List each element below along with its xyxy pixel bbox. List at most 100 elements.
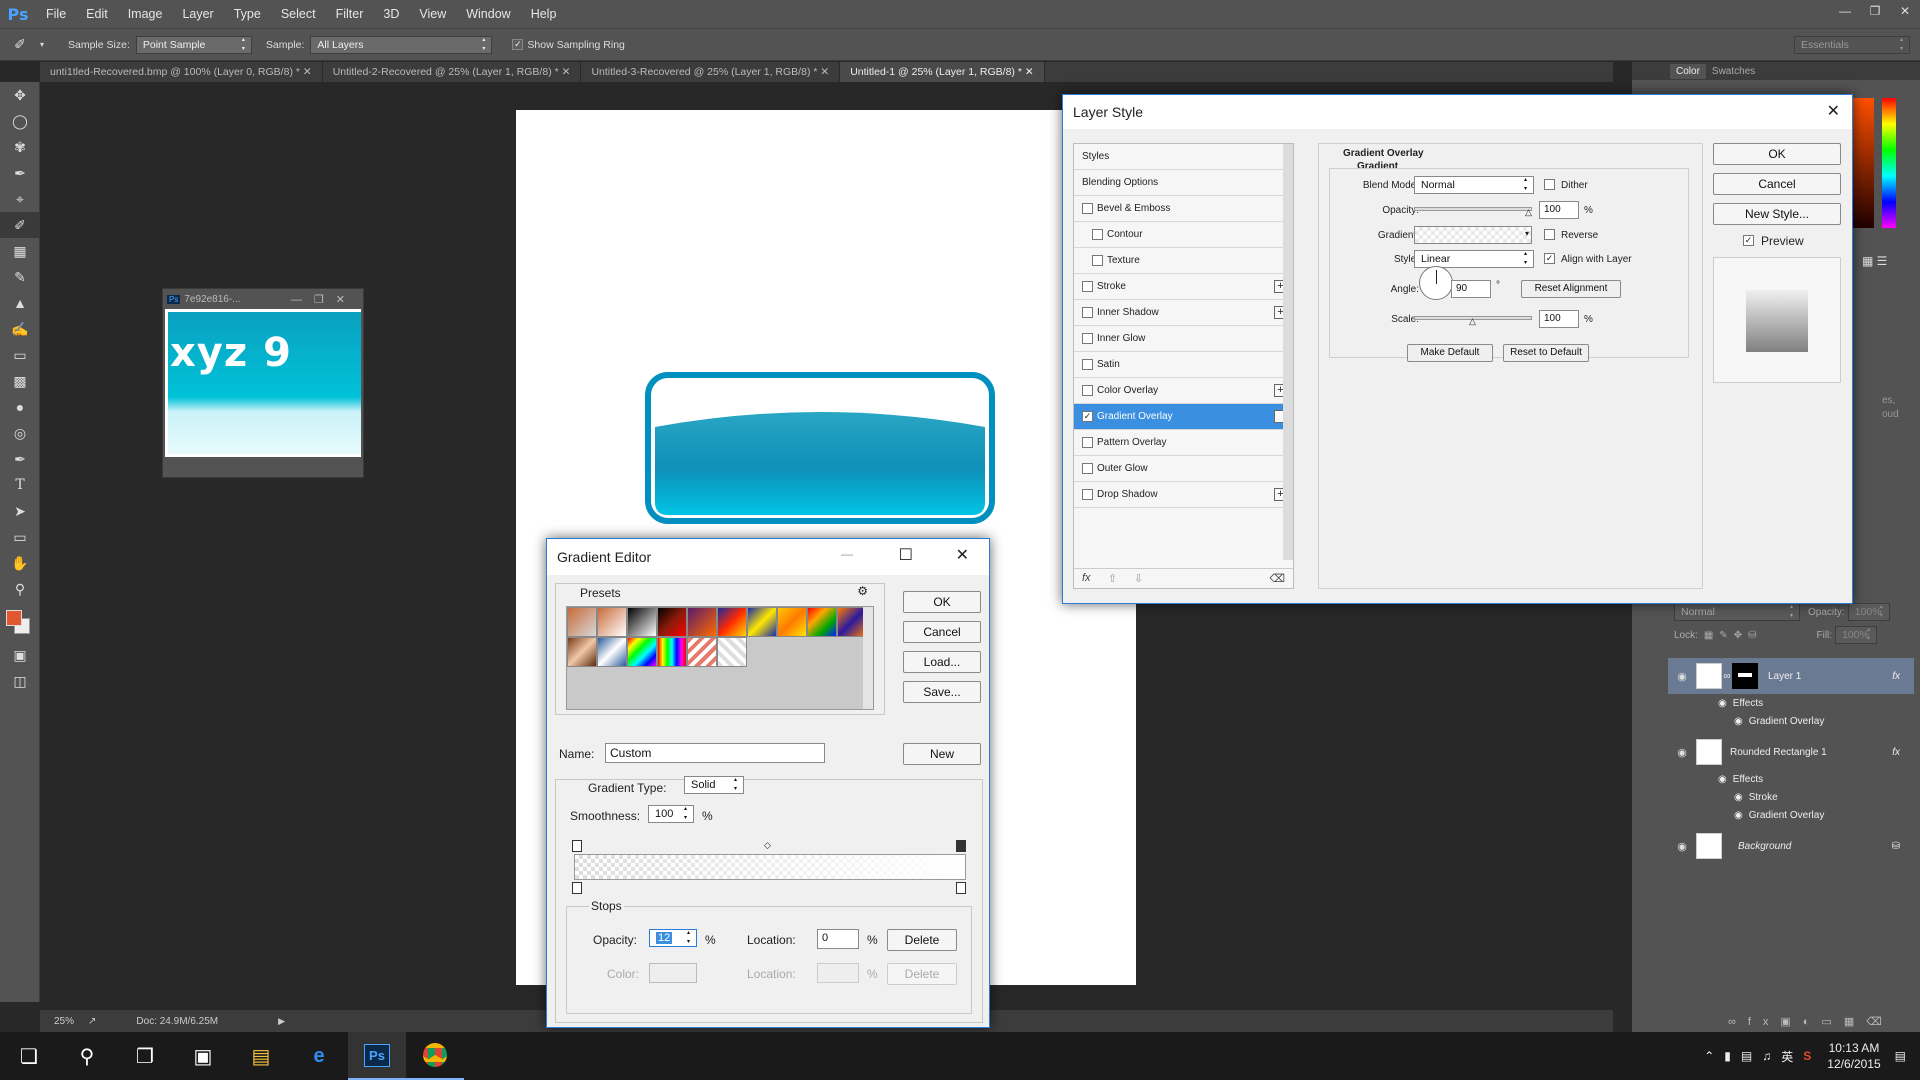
presets-scrollbar[interactable] [863, 607, 873, 709]
style-item-contour[interactable]: Contour [1074, 222, 1293, 248]
volume-icon[interactable]: ♫ [1762, 1049, 1771, 1063]
photoshop-taskbar-icon[interactable]: Ps [348, 1032, 406, 1080]
style-checkbox[interactable] [1082, 307, 1093, 318]
close-icon[interactable]: ✕ [1890, 0, 1920, 22]
new-button[interactable]: New [903, 743, 981, 765]
file-explorer-icon[interactable]: ▤ [232, 1032, 290, 1080]
floating-document-window[interactable]: Ps 7e92e816-... —❐✕ xyz 9 [162, 288, 364, 478]
preset-swatch[interactable] [627, 607, 657, 637]
eyedropper-tool-icon[interactable]: ✐ [0, 36, 40, 53]
style-item-satin[interactable]: Satin [1074, 352, 1293, 378]
cancel-button[interactable]: Cancel [903, 621, 981, 643]
style-item-inner-shadow[interactable]: Inner Shadow + [1074, 300, 1293, 326]
preset-swatch[interactable] [597, 637, 627, 667]
close-icon[interactable]: ✕ [956, 545, 969, 565]
menu-window[interactable]: Window [456, 7, 520, 21]
gradient-picker-arrow-icon[interactable]: ▾ [1525, 229, 1529, 238]
menu-view[interactable]: View [409, 7, 456, 21]
move-up-icon[interactable]: ⇧ [1108, 572, 1117, 585]
menu-help[interactable]: Help [521, 7, 567, 21]
angle-input[interactable]: 90 [1451, 280, 1491, 298]
preset-swatch[interactable] [597, 607, 627, 637]
stop-color-swatch[interactable] [649, 963, 697, 983]
preset-swatch[interactable] [567, 607, 597, 637]
visibility-eye-icon[interactable]: ◉ [1668, 840, 1696, 853]
layer-name[interactable]: Layer 1 [1768, 671, 1801, 682]
menu-layer[interactable]: Layer [172, 7, 223, 21]
network-icon[interactable]: ▤ [1741, 1049, 1752, 1063]
delete-opacity-stop-button[interactable]: Delete [887, 929, 957, 951]
hand-tool-icon[interactable]: ✋ [0, 550, 40, 576]
style-item-outer-glow[interactable]: Outer Glow [1074, 456, 1293, 482]
type-tool-icon[interactable]: T [0, 472, 40, 498]
stop-location-input[interactable]: 0 [817, 929, 859, 949]
chrome-browser-icon[interactable] [406, 1032, 464, 1080]
dither-checkbox[interactable] [1544, 179, 1555, 190]
style-checkbox[interactable] [1082, 385, 1093, 396]
task-view-icon[interactable]: ❐ [116, 1032, 174, 1080]
preset-swatch[interactable] [687, 637, 717, 667]
reset-to-default-button[interactable]: Reset to Default [1503, 344, 1589, 362]
style-item-gradient-overlay[interactable]: ✓ Gradient Overlay + [1074, 404, 1293, 430]
tool-preset-chevron-icon[interactable]: ▾ [40, 40, 54, 49]
windows-start-icon[interactable]: ❏ [0, 1032, 58, 1080]
preset-swatch[interactable] [657, 607, 687, 637]
minimize-icon[interactable]: — [841, 547, 853, 561]
style-item-stroke[interactable]: Stroke + [1074, 274, 1293, 300]
gradient-preview-bar[interactable] [574, 854, 966, 880]
ok-button[interactable]: OK [1713, 143, 1841, 165]
menu-type[interactable]: Type [224, 7, 271, 21]
delete-color-stop-button[interactable]: Delete [887, 963, 957, 985]
move-tool-icon[interactable]: ✥ [0, 82, 40, 108]
menu-filter[interactable]: Filter [326, 7, 374, 21]
ok-button[interactable]: OK [903, 591, 981, 613]
preview-checkbox[interactable]: ✓ [1743, 235, 1754, 246]
style-checkbox[interactable] [1082, 281, 1093, 292]
edge-browser-icon[interactable]: e [290, 1032, 348, 1080]
preset-swatch[interactable] [777, 607, 807, 637]
reverse-checkbox[interactable] [1544, 229, 1555, 240]
menu-select[interactable]: Select [271, 7, 326, 21]
preset-swatch[interactable] [747, 607, 777, 637]
close-icon[interactable]: ✕ [1827, 101, 1840, 121]
midpoint-diamond-icon[interactable]: ◇ [764, 840, 771, 851]
presets-gear-icon[interactable]: ⚙ [857, 584, 868, 598]
blending-options[interactable]: Blending Options [1074, 170, 1293, 196]
menu-3d[interactable]: 3D [373, 7, 409, 21]
preset-swatch[interactable] [627, 637, 657, 667]
search-icon[interactable]: ⚲ [58, 1032, 116, 1080]
preset-swatch[interactable] [657, 637, 687, 667]
style-checkbox[interactable] [1082, 489, 1093, 500]
opacity-input[interactable]: 100 [1539, 201, 1579, 219]
action-center-icon[interactable]: ▤ [1895, 1049, 1906, 1063]
style-checkbox[interactable] [1082, 359, 1093, 370]
workspace-select[interactable]: Essentials [1794, 35, 1910, 54]
smoothness-select[interactable]: 100 [648, 805, 694, 823]
gradient-type-select[interactable]: Solid [684, 776, 744, 794]
tab-close-icon[interactable]: ✕ [820, 66, 829, 78]
style-item-drop-shadow[interactable]: Drop Shadow + [1074, 482, 1293, 508]
sample-size-select[interactable]: Point Sample [135, 35, 252, 54]
fx-icon[interactable]: fx [1892, 747, 1900, 758]
layer-opacity-value[interactable]: 100% [1847, 603, 1890, 621]
color-field[interactable] [1852, 98, 1874, 228]
tab-doc-3[interactable]: Untitled-3-Recovered @ 25% (Layer 1, RGB… [581, 62, 841, 82]
tab-doc-2[interactable]: Untitled-2-Recovered @ 25% (Layer 1, RGB… [323, 62, 582, 82]
opacity-stop-left-icon[interactable] [572, 840, 582, 852]
preset-swatch[interactable] [717, 607, 747, 637]
zoom-tool-icon[interactable]: ⚲ [0, 576, 40, 602]
tab-close-icon[interactable]: ✕ [562, 66, 571, 78]
name-input[interactable]: Custom [605, 743, 825, 763]
style-item-bevel-emboss[interactable]: Bevel & Emboss [1074, 196, 1293, 222]
style-checkbox[interactable] [1082, 203, 1093, 214]
healing-tool-icon[interactable]: ▦ [0, 238, 40, 264]
opacity-slider[interactable] [1414, 207, 1532, 211]
brush-tool-icon[interactable]: ✎ [0, 264, 40, 290]
status-arrow-icon[interactable]: ▶ [278, 1016, 285, 1027]
screen-mode-icon[interactable]: ◫ [0, 668, 40, 694]
style-item-inner-glow[interactable]: Inner Glow [1074, 326, 1293, 352]
sogou-icon[interactable]: S [1803, 1049, 1811, 1063]
floating-window-titlebar[interactable]: Ps 7e92e816-... —❐✕ [163, 289, 363, 309]
reset-alignment-button[interactable]: Reset Alignment [1521, 280, 1621, 298]
style-item-texture[interactable]: Texture [1074, 248, 1293, 274]
